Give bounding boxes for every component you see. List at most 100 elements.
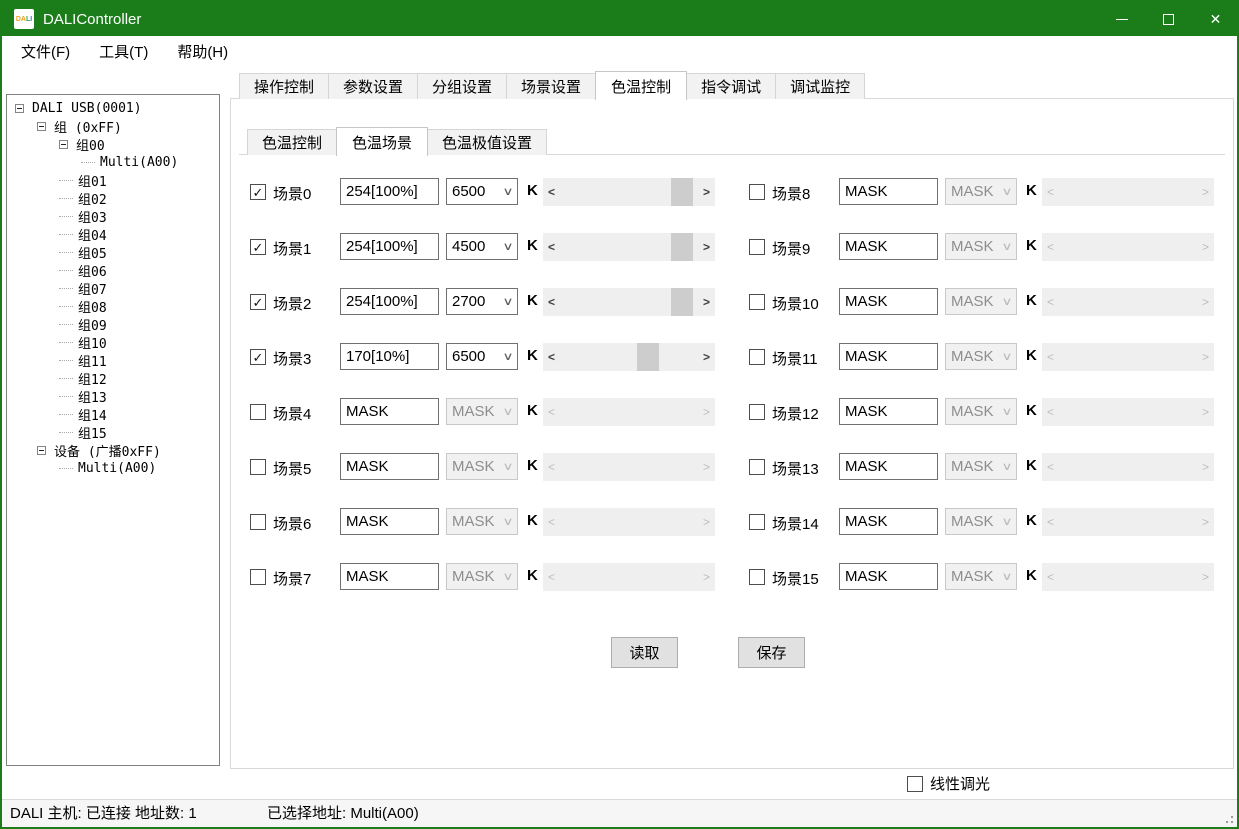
scene-level-input[interactable] — [839, 453, 938, 480]
tree-item[interactable]: 组11 — [7, 351, 219, 369]
tree-item[interactable]: 组 (0xFF) — [7, 117, 219, 135]
resize-grip-icon[interactable] — [1222, 812, 1234, 824]
scrollbar-right-arrow-icon[interactable]: > — [1197, 398, 1214, 426]
level-scrollbar[interactable]: <> — [1042, 563, 1214, 591]
scrollbar-left-arrow-icon[interactable]: < — [543, 453, 560, 481]
scene-level-input[interactable] — [340, 343, 439, 370]
tree-item[interactable]: 组07 — [7, 279, 219, 297]
sub-tab-2[interactable]: 色温极值设置 — [427, 129, 547, 155]
scrollbar-right-arrow-icon[interactable]: > — [698, 233, 715, 261]
level-scrollbar[interactable]: <> — [1042, 233, 1214, 261]
tree-item[interactable]: 组14 — [7, 405, 219, 423]
scrollbar-thumb[interactable] — [671, 233, 693, 261]
level-scrollbar[interactable]: <> — [543, 563, 715, 591]
level-scrollbar[interactable]: <> — [1042, 178, 1214, 206]
main-tab-2[interactable]: 分组设置 — [417, 73, 507, 99]
scene-checkbox[interactable] — [250, 514, 266, 530]
maximize-button[interactable] — [1145, 0, 1192, 38]
level-scrollbar[interactable]: <> — [543, 453, 715, 481]
kelvin-select[interactable]: MASK∨ — [446, 508, 518, 535]
scrollbar-left-arrow-icon[interactable]: < — [1042, 453, 1059, 481]
scene-checkbox[interactable] — [749, 239, 765, 255]
kelvin-select[interactable]: MASK∨ — [945, 288, 1017, 315]
scene-level-input[interactable] — [340, 563, 439, 590]
level-scrollbar[interactable]: <> — [543, 398, 715, 426]
scrollbar-right-arrow-icon[interactable]: > — [698, 563, 715, 591]
tree-item[interactable]: 组08 — [7, 297, 219, 315]
kelvin-select[interactable]: 4500∨ — [446, 233, 518, 260]
main-tab-3[interactable]: 场景设置 — [506, 73, 596, 99]
scrollbar-left-arrow-icon[interactable]: < — [1042, 178, 1059, 206]
sub-tab-1[interactable]: 色温场景 — [336, 127, 428, 156]
scrollbar-right-arrow-icon[interactable]: > — [1197, 233, 1214, 261]
tree-collapse-icon[interactable] — [59, 140, 68, 149]
linear-dimming-checkbox[interactable] — [907, 776, 923, 792]
scene-level-input[interactable] — [839, 233, 938, 260]
scrollbar-left-arrow-icon[interactable]: < — [1042, 398, 1059, 426]
tree-item[interactable]: 设备 (广播0xFF) — [7, 441, 219, 459]
level-scrollbar[interactable]: <> — [543, 178, 715, 206]
scrollbar-right-arrow-icon[interactable]: > — [1197, 343, 1214, 371]
device-tree[interactable]: DALI USB(0001)组 (0xFF)组00Multi(A00)组01组0… — [6, 94, 220, 766]
scene-checkbox[interactable]: ✓ — [250, 184, 266, 200]
main-tab-5[interactable]: 指令调试 — [686, 73, 776, 99]
scene-checkbox[interactable] — [749, 349, 765, 365]
scene-level-input[interactable] — [839, 398, 938, 425]
scene-level-input[interactable] — [340, 178, 439, 205]
scene-level-input[interactable] — [340, 508, 439, 535]
scene-checkbox[interactable] — [749, 514, 765, 530]
tree-collapse-icon[interactable] — [37, 122, 46, 131]
tree-item[interactable]: 组13 — [7, 387, 219, 405]
close-button[interactable]: ✕ — [1192, 0, 1239, 38]
level-scrollbar[interactable]: <> — [543, 233, 715, 261]
sub-tab-0[interactable]: 色温控制 — [247, 129, 337, 155]
kelvin-select[interactable]: MASK∨ — [945, 343, 1017, 370]
kelvin-select[interactable]: 2700∨ — [446, 288, 518, 315]
scene-level-input[interactable] — [839, 343, 938, 370]
scene-checkbox[interactable] — [749, 404, 765, 420]
tree-item[interactable]: 组02 — [7, 189, 219, 207]
tree-collapse-icon[interactable] — [15, 104, 24, 113]
kelvin-select[interactable]: MASK∨ — [446, 398, 518, 425]
tree-item[interactable]: 组03 — [7, 207, 219, 225]
scrollbar-right-arrow-icon[interactable]: > — [698, 453, 715, 481]
scrollbar-right-arrow-icon[interactable]: > — [1197, 508, 1214, 536]
level-scrollbar[interactable]: <> — [1042, 453, 1214, 481]
scene-checkbox[interactable]: ✓ — [250, 349, 266, 365]
tree-item[interactable]: DALI USB(0001) — [7, 99, 219, 117]
scrollbar-thumb[interactable] — [671, 178, 693, 206]
scrollbar-right-arrow-icon[interactable]: > — [698, 398, 715, 426]
main-tab-4[interactable]: 色温控制 — [595, 71, 687, 100]
scrollbar-left-arrow-icon[interactable]: < — [543, 288, 560, 316]
scene-level-input[interactable] — [839, 288, 938, 315]
scene-level-input[interactable] — [340, 453, 439, 480]
scene-checkbox[interactable]: ✓ — [250, 294, 266, 310]
save-button[interactable]: 保存 — [738, 637, 805, 668]
scrollbar-right-arrow-icon[interactable]: > — [1197, 563, 1214, 591]
scrollbar-right-arrow-icon[interactable]: > — [698, 508, 715, 536]
scrollbar-right-arrow-icon[interactable]: > — [1197, 178, 1214, 206]
level-scrollbar[interactable]: <> — [543, 508, 715, 536]
scrollbar-left-arrow-icon[interactable]: < — [543, 178, 560, 206]
kelvin-select[interactable]: MASK∨ — [945, 508, 1017, 535]
level-scrollbar[interactable]: <> — [543, 343, 715, 371]
menu-help[interactable]: 帮助(H) — [167, 41, 238, 62]
minimize-button[interactable] — [1098, 0, 1145, 38]
kelvin-select[interactable]: 6500∨ — [446, 343, 518, 370]
scene-level-input[interactable] — [839, 563, 938, 590]
scene-level-input[interactable] — [839, 508, 938, 535]
linear-dimming-option[interactable]: 线性调光 — [907, 773, 990, 794]
scene-checkbox[interactable] — [749, 184, 765, 200]
scrollbar-left-arrow-icon[interactable]: < — [543, 398, 560, 426]
kelvin-select[interactable]: MASK∨ — [945, 563, 1017, 590]
tree-item[interactable]: 组15 — [7, 423, 219, 441]
kelvin-select[interactable]: 6500∨ — [446, 178, 518, 205]
level-scrollbar[interactable]: <> — [1042, 288, 1214, 316]
scrollbar-right-arrow-icon[interactable]: > — [698, 288, 715, 316]
level-scrollbar[interactable]: <> — [543, 288, 715, 316]
scrollbar-left-arrow-icon[interactable]: < — [1042, 343, 1059, 371]
scrollbar-left-arrow-icon[interactable]: < — [1042, 508, 1059, 536]
scrollbar-left-arrow-icon[interactable]: < — [543, 233, 560, 261]
level-scrollbar[interactable]: <> — [1042, 508, 1214, 536]
scene-checkbox[interactable] — [250, 459, 266, 475]
